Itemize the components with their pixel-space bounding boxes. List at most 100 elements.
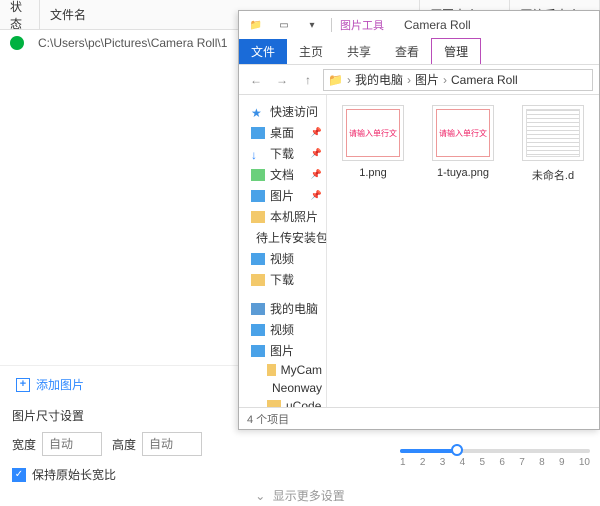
desktop-icon bbox=[251, 127, 265, 139]
tab-share[interactable]: 共享 bbox=[335, 39, 383, 64]
tree-pictures[interactable]: 图片 📌 bbox=[247, 185, 326, 206]
address-bar: ← → ↑ 📁 › 我的电脑 › 图片 › Camera Roll bbox=[239, 65, 599, 95]
tab-manage[interactable]: 管理 bbox=[431, 38, 481, 64]
file-grid: 请输入单行文 1.png 请输入单行文 1-tuya.png 未命名.d bbox=[327, 95, 599, 407]
tab-file[interactable]: 文件 bbox=[239, 39, 287, 64]
tree-label: 文档 bbox=[270, 166, 294, 183]
nav-tree: ★快速访问 桌面📌 ↓下载📌 文档📌 图片📌 本机照片 待上传安装包 视频 下载… bbox=[239, 95, 327, 407]
file-explorer-window: 📁 ▭ ▾ 图片工具 Camera Roll 文件 主页 共享 查看 管理 ← … bbox=[238, 10, 600, 430]
file-item[interactable]: 请输入单行文 1.png bbox=[337, 105, 409, 179]
folder-icon bbox=[251, 274, 265, 286]
slider-track bbox=[400, 449, 590, 453]
file-name: 未命名.d bbox=[532, 167, 574, 183]
nav-back-button[interactable]: ← bbox=[245, 69, 267, 91]
breadcrumb[interactable]: 📁 › 我的电脑 › 图片 › Camera Roll bbox=[323, 69, 593, 91]
nav-forward-button[interactable]: → bbox=[271, 69, 293, 91]
tree-documents[interactable]: 文档 📌 bbox=[247, 164, 326, 185]
quality-slider[interactable]: 1 2 3 4 5 6 7 8 9 10 bbox=[400, 449, 590, 468]
blank-preview bbox=[526, 109, 580, 157]
pin-icon: 📌 bbox=[311, 148, 322, 159]
crumb[interactable]: Camera Roll bbox=[451, 73, 518, 87]
pin-icon: 📌 bbox=[311, 190, 322, 201]
keep-ratio-checkbox[interactable]: ✓ 保持原始长宽比 bbox=[12, 466, 588, 483]
slider-thumb[interactable] bbox=[451, 444, 463, 456]
tree-label: 图片 bbox=[270, 187, 294, 204]
tick: 1 bbox=[400, 457, 406, 468]
help-icon[interactable]: ▾ bbox=[301, 16, 323, 34]
thumb-preview: 请输入单行文 bbox=[346, 109, 400, 157]
tree-label: 桌面 bbox=[270, 124, 294, 141]
tree-mycam[interactable]: MyCam bbox=[247, 361, 326, 379]
col-status[interactable]: 状态 bbox=[0, 0, 40, 29]
titlebar[interactable]: 📁 ▭ ▾ 图片工具 Camera Roll bbox=[239, 11, 599, 39]
pin-icon: 📌 bbox=[311, 169, 322, 180]
keep-ratio-label: 保持原始长宽比 bbox=[32, 466, 116, 483]
tree-video2[interactable]: 视频 bbox=[247, 319, 326, 340]
thumbnail bbox=[522, 105, 584, 161]
item-count: 4 个项目 bbox=[247, 411, 289, 427]
picture-icon bbox=[251, 190, 265, 202]
tree-my-pc[interactable]: 我的电脑 bbox=[247, 298, 326, 319]
tick: 9 bbox=[559, 457, 565, 468]
tree-label: MyCam bbox=[281, 363, 322, 377]
folder-icon bbox=[267, 400, 281, 407]
star-icon: ★ bbox=[251, 106, 265, 118]
height-label: 高度 bbox=[112, 436, 136, 453]
folder-icon: 📁 bbox=[328, 73, 343, 87]
pc-icon bbox=[251, 303, 265, 315]
show-more-label: 显示更多设置 bbox=[273, 489, 345, 503]
folder-icon bbox=[251, 211, 265, 223]
tree-label: 下载 bbox=[270, 145, 294, 162]
file-path: C:\Users\pc\Pictures\Camera Roll\1 bbox=[38, 36, 227, 50]
tree-label: 视频 bbox=[270, 250, 294, 267]
window-title: Camera Roll bbox=[404, 18, 471, 32]
tree-downloads[interactable]: ↓下载📌 bbox=[247, 143, 326, 164]
tree-quick-access[interactable]: ★ 快速访问 bbox=[247, 101, 326, 122]
nav-up-button[interactable]: ↑ bbox=[297, 69, 319, 91]
tick: 7 bbox=[519, 457, 525, 468]
crumb[interactable]: 我的电脑 bbox=[355, 71, 403, 88]
tree-label: 快速访问 bbox=[270, 103, 318, 120]
slider-fill bbox=[400, 449, 457, 453]
file-name: 1.png bbox=[359, 167, 387, 179]
height-input[interactable] bbox=[142, 432, 202, 456]
add-image-button[interactable]: + 添加图片 bbox=[12, 372, 88, 397]
tree-desktop[interactable]: 桌面 📌 bbox=[247, 122, 326, 143]
tree-video[interactable]: 视频 bbox=[247, 248, 326, 269]
tree-label: 下载 bbox=[270, 271, 294, 288]
crumb[interactable]: 图片 bbox=[415, 71, 439, 88]
tree-label: uCode bbox=[286, 399, 321, 407]
show-more-button[interactable]: ⌄ 显示更多设置 bbox=[12, 483, 588, 504]
tick: 8 bbox=[539, 457, 545, 468]
ribbon: 文件 主页 共享 查看 管理 bbox=[239, 39, 599, 65]
tree-cam-photos[interactable]: 本机照片 bbox=[247, 206, 326, 227]
props-icon[interactable]: ▭ bbox=[273, 16, 295, 34]
tree-downloads2[interactable]: 下载 bbox=[247, 269, 326, 290]
tree-neonway[interactable]: Neonway bbox=[247, 379, 326, 397]
file-item[interactable]: 请输入单行文 1-tuya.png bbox=[427, 105, 499, 179]
tree-label: Neonway bbox=[272, 381, 322, 395]
tree-label: 我的电脑 bbox=[270, 300, 318, 317]
slider-ticks: 1 2 3 4 5 6 7 8 9 10 bbox=[400, 457, 590, 468]
width-input[interactable] bbox=[42, 432, 102, 456]
status-ok-icon bbox=[10, 36, 24, 50]
tick: 5 bbox=[480, 457, 486, 468]
tree-pending[interactable]: 待上传安装包 bbox=[247, 227, 326, 248]
chevron-down-icon: ⌄ bbox=[255, 489, 265, 503]
folder-icon: 📁 bbox=[245, 16, 267, 34]
tree-label: 视频 bbox=[270, 321, 294, 338]
tab-home[interactable]: 主页 bbox=[287, 39, 335, 64]
plus-icon: + bbox=[16, 378, 30, 392]
chevron-right-icon: › bbox=[407, 73, 411, 87]
pin-icon: 📌 bbox=[311, 127, 322, 138]
height-group: 高度 bbox=[112, 432, 202, 456]
tab-view[interactable]: 查看 bbox=[383, 39, 431, 64]
tree-ucode[interactable]: uCode bbox=[247, 397, 326, 407]
tree-label: 待上传安装包 bbox=[256, 229, 327, 246]
chevron-right-icon: › bbox=[443, 73, 447, 87]
tree-pictures2[interactable]: 图片 bbox=[247, 340, 326, 361]
video-icon bbox=[251, 253, 265, 265]
check-icon: ✓ bbox=[12, 468, 26, 482]
file-item[interactable]: 未命名.d bbox=[517, 105, 589, 183]
picture-icon bbox=[251, 345, 265, 357]
